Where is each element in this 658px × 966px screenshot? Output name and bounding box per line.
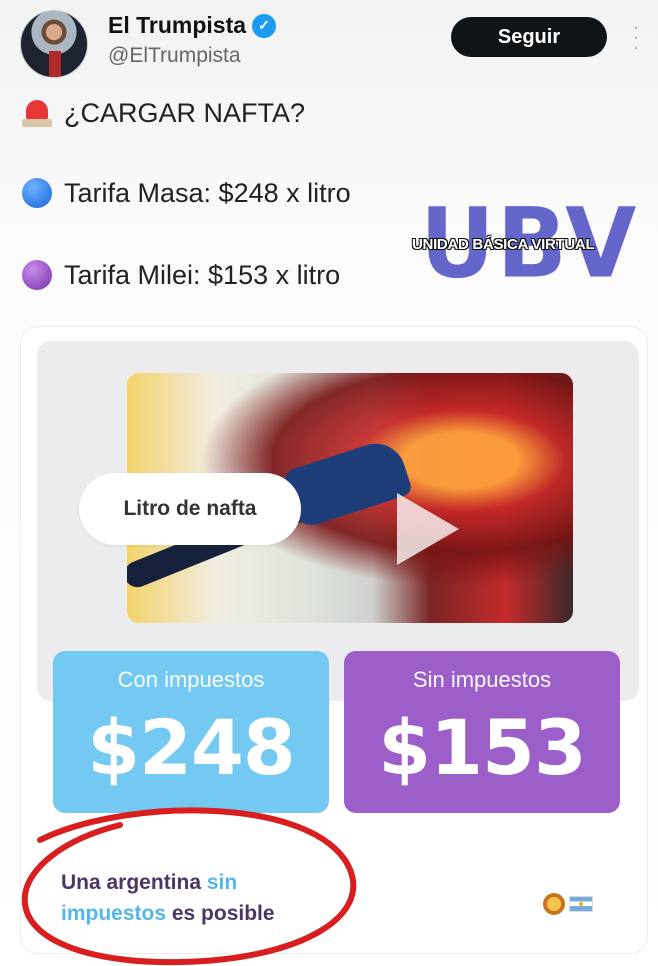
price-box-sin-impuestos: Sin impuestos $153 [344, 651, 620, 813]
slogan-text: Una argentina sin impuestos es posible [61, 867, 275, 929]
verified-icon: ✓ [252, 13, 277, 38]
price-box-con-impuestos: Con impuestos $248 [53, 651, 329, 813]
price-value-sin: $153 [378, 703, 587, 792]
siren-icon [20, 96, 54, 130]
media-graphic: Litro de nafta [37, 341, 639, 701]
tweet-line-2: Tarifa Masa: $248 x litro [20, 176, 351, 210]
user-handle[interactable]: @ElTrumpista [108, 44, 241, 68]
price-label-con: Con impuestos [117, 667, 265, 692]
tweet-text-masa: Tarifa Masa: $248 x litro [64, 177, 351, 208]
name-row: El Trumpista ✓ [108, 12, 277, 39]
slogan-highlight-sin: sin [206, 871, 238, 894]
lion-icon [543, 893, 565, 915]
tweet-text-milei: Tarifa Milei: $153 x litro [64, 259, 341, 290]
blue-circle-icon [20, 176, 54, 210]
media-card[interactable]: Litro de nafta Con impuestos $248 Sin im… [20, 326, 648, 954]
tweet-line-1: ¿CARGAR NAFTA? [20, 96, 305, 130]
tweet-header: El Trumpista ✓ @ElTrumpista Seguir · · · [20, 8, 644, 78]
slogan-part2: es posible [166, 902, 275, 925]
tweet-line-3: Tarifa Milei: $153 x litro [20, 258, 340, 292]
price-value-con: $248 [87, 703, 296, 792]
avatar[interactable] [20, 10, 88, 78]
slogan-part1: Una argentina [61, 871, 207, 894]
ubv-logo-subtitle: UNIDAD BÁSICA VIRTUAL [412, 236, 595, 253]
display-name[interactable]: El Trumpista [108, 12, 246, 39]
price-label-sin: Sin impuestos [412, 667, 552, 692]
product-label-pill: Litro de nafta [79, 473, 301, 545]
purple-circle-icon [20, 258, 54, 292]
tweet-text-question: ¿CARGAR NAFTA? [64, 97, 306, 128]
more-options-icon[interactable]: · · · [630, 16, 642, 58]
slogan-highlight-impuestos: impuestos [61, 902, 167, 925]
ubv-watermark: UBV UNIDAD BÁSICA VIRTUAL [412, 187, 636, 299]
argentina-flag-icon [569, 896, 593, 912]
emoji-row [543, 893, 593, 915]
follow-button[interactable]: Seguir [451, 17, 607, 57]
play-icon[interactable] [397, 493, 459, 565]
nozzle-shape [280, 435, 414, 531]
